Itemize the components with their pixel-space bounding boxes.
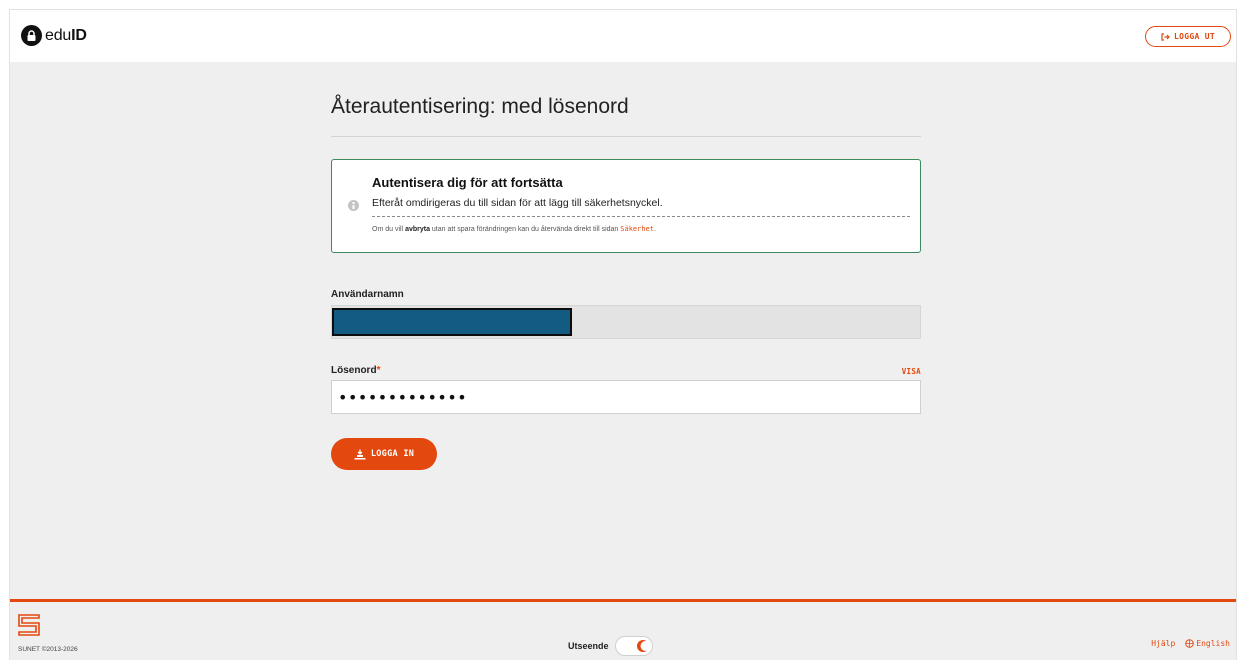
help-link[interactable]: Hjälp <box>1151 639 1175 648</box>
alert-text: Efteråt omdirigeras du till sidan för at… <box>372 197 663 209</box>
logo-text: eduID <box>45 27 87 45</box>
sunet-logo-icon <box>18 614 40 636</box>
footer-links: Hjälp English <box>1151 639 1230 648</box>
appearance-toggle[interactable] <box>614 636 653 656</box>
alert-title: Autentisera dig för att fortsätta <box>372 175 563 190</box>
username-label: Användarnamn <box>331 289 404 300</box>
password-label: Lösenord* <box>331 365 380 376</box>
page-title: Återautentisering: med lösenord <box>331 95 921 137</box>
eduid-logo[interactable]: eduID <box>21 25 87 46</box>
footer: SUNET ©2013-2026 Utseende Hjälp English <box>10 599 1236 660</box>
lock-icon <box>21 25 42 46</box>
appearance-label: Utseende <box>568 641 609 651</box>
header: eduID LOGGA UT <box>10 10 1236 62</box>
login-label: LOGGA IN <box>370 449 415 459</box>
username-field <box>331 305 921 339</box>
alert-note-prefix: Om du vill <box>372 226 406 233</box>
language-icon <box>1185 639 1195 648</box>
password-label-text: Lösenord <box>331 365 377 376</box>
security-link[interactable]: Säkerhet <box>620 225 654 233</box>
alert-note-bold: avbryta <box>405 226 430 233</box>
sunet-copyright: SUNET ©2013-2026 <box>18 646 78 653</box>
moon-icon <box>634 638 651 654</box>
logout-button[interactable]: LOGGA UT <box>1145 26 1231 47</box>
required-mark: * <box>376 365 381 376</box>
copyright-text: ©2013-2026 <box>41 646 78 653</box>
logo-text-id: ID <box>71 26 87 44</box>
info-icon <box>348 200 359 211</box>
alert-note: Om du vill avbryta utan att spara föränd… <box>372 225 656 233</box>
login-button[interactable]: LOGGA IN <box>331 438 437 470</box>
language-link[interactable]: English <box>1185 639 1230 648</box>
language-label: English <box>1196 639 1230 648</box>
login-icon <box>354 449 366 459</box>
username-group: Användarnamn <box>331 289 921 339</box>
app-frame: eduID LOGGA UT Återautentisering: med lö… <box>9 9 1237 660</box>
appearance-control: Utseende <box>568 636 653 656</box>
password-input[interactable]: ••••••••••••• <box>331 380 921 414</box>
info-alert: Autentisera dig för att fortsätta Efterå… <box>331 159 921 253</box>
logout-icon <box>1161 32 1170 41</box>
username-redaction <box>332 308 572 336</box>
main-content: Återautentisering: med lösenord Autentis… <box>331 70 921 470</box>
alert-note-middle: utan att spara förändringen kan du återv… <box>429 226 621 233</box>
password-group: Lösenord* VISA ••••••••••••• <box>331 365 921 414</box>
sunet-logo[interactable]: SUNET ©2013-2026 <box>18 614 78 653</box>
alert-divider <box>372 216 910 217</box>
alert-note-suffix: . <box>653 226 656 233</box>
sunet-label: SUNET <box>18 646 40 653</box>
logo-text-edu: edu <box>45 26 72 44</box>
show-password-button[interactable]: VISA <box>902 367 921 376</box>
logout-label: LOGGA UT <box>1174 32 1215 41</box>
password-label-row: Lösenord* VISA <box>331 365 921 376</box>
